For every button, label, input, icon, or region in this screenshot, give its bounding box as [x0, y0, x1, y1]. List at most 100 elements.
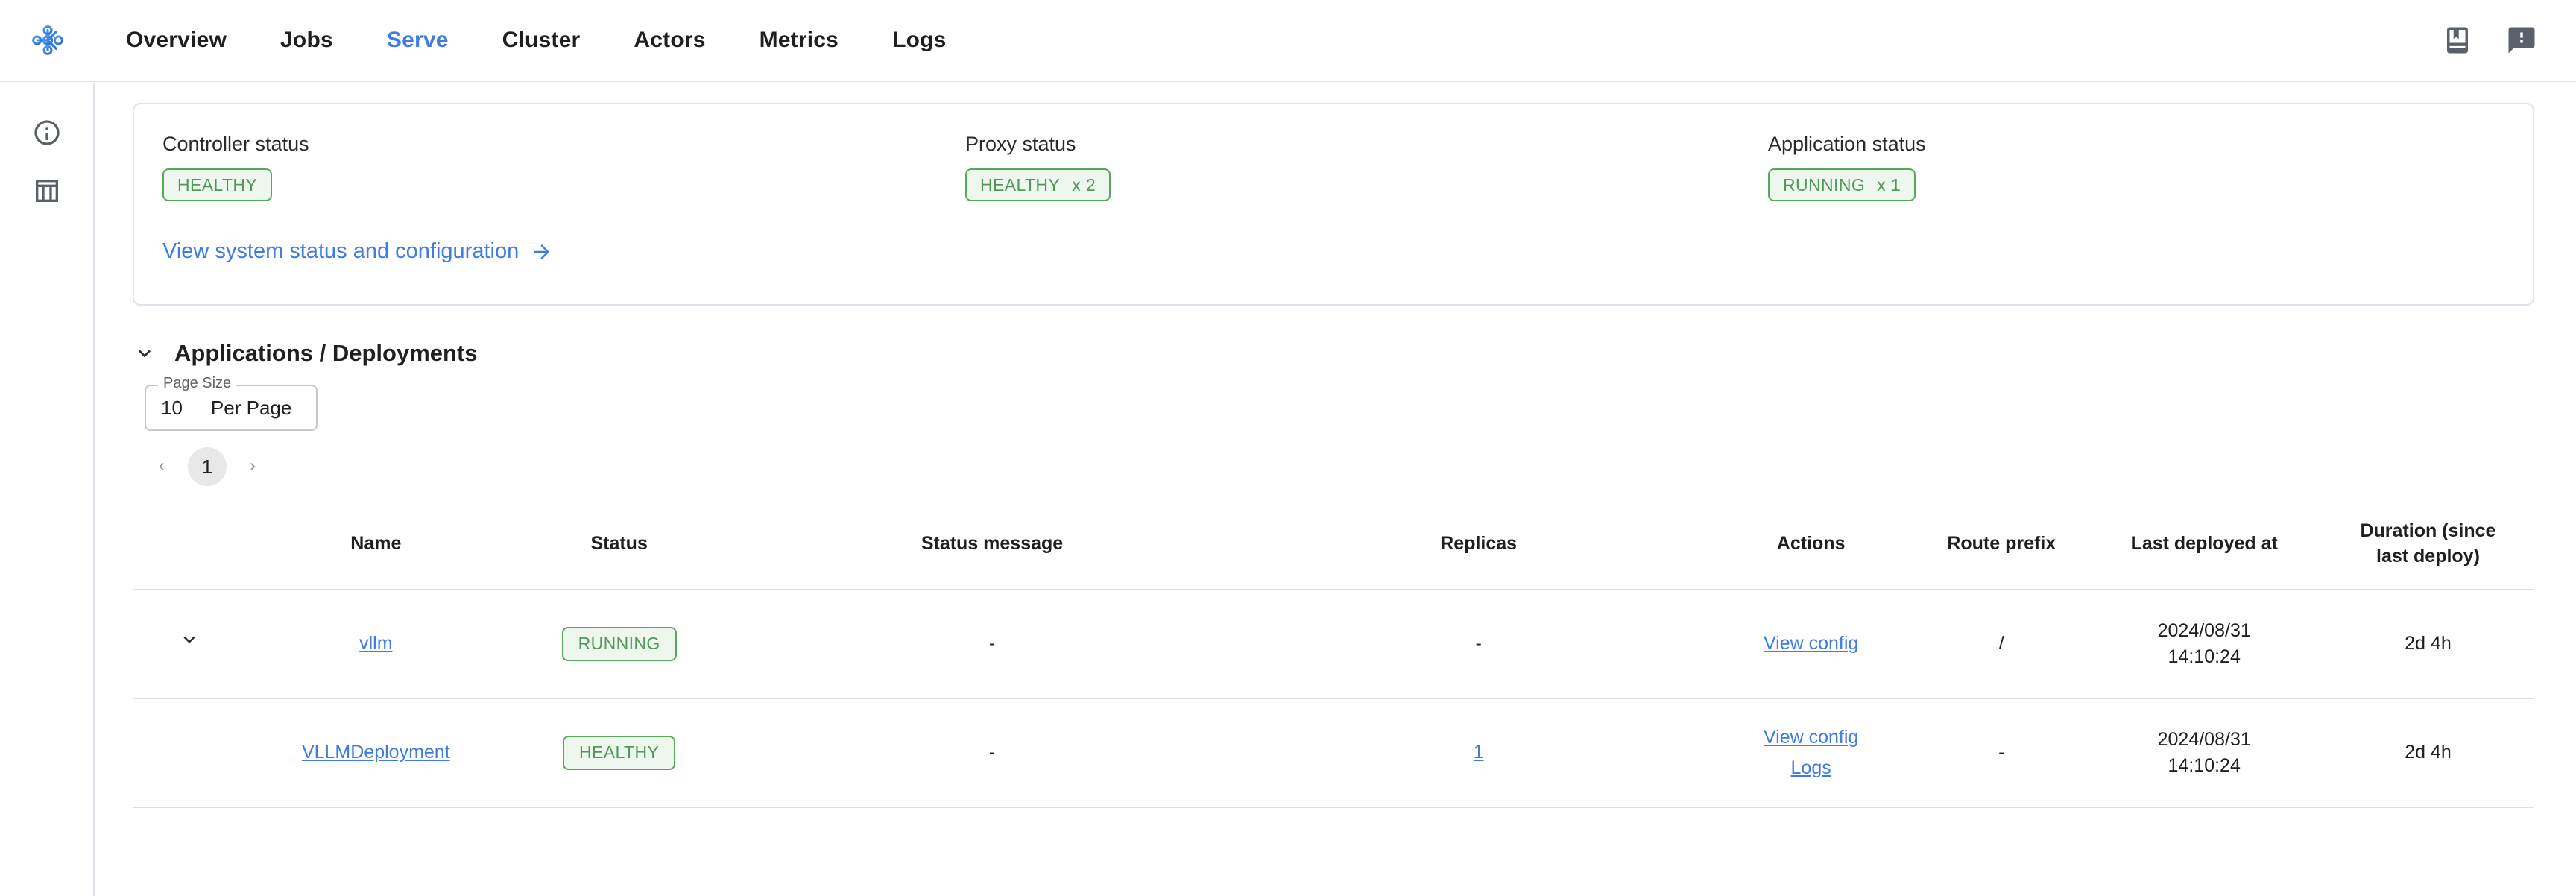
page-title: Applications / Deployments	[174, 340, 478, 366]
row-name-cell: VLLMDeployment	[246, 698, 506, 808]
col-status-message: Status message	[732, 505, 1252, 590]
serve-status-card: Controller status HEALTHY Proxy status H…	[133, 103, 2534, 306]
chevron-right-icon	[250, 463, 256, 470]
page-size-legend: Page Size	[158, 375, 237, 392]
row-replicas-cell: 1	[1251, 698, 1706, 808]
row-status-message-cell: -	[732, 589, 1252, 699]
controller-status-label: Controller status	[162, 133, 309, 155]
page-size-input[interactable]: Page Size 10 Per Page	[145, 375, 318, 431]
view-config-link[interactable]: View config	[1764, 724, 1858, 751]
row-replicas-cell: -	[1251, 589, 1706, 699]
nav-item-actors[interactable]: Actors	[607, 28, 732, 53]
pagination-page-1[interactable]: 1	[188, 447, 227, 486]
logs-link[interactable]: Logs	[1791, 754, 1831, 781]
nav-items: Overview Jobs Serve Cluster Actors Metri…	[99, 28, 973, 53]
page-size-value: 10	[161, 396, 183, 419]
actions-stack: View config	[1710, 630, 1912, 657]
proxy-status-label: Proxy status	[965, 133, 1076, 155]
view-system-status-label: View system status and configuration	[162, 239, 520, 263]
arrow-right-icon	[534, 244, 550, 259]
row-last-deployed-cell: 2024/08/31 14:10:24	[2086, 698, 2322, 808]
status-badge: RUNNING	[561, 626, 677, 661]
status-columns: Controller status HEALTHY Proxy status H…	[162, 133, 2504, 201]
nav-item-jobs[interactable]: Jobs	[253, 28, 360, 53]
left-sidebar	[0, 83, 95, 896]
chevron-left-icon	[159, 463, 164, 470]
row-status-cell: HEALTHY	[505, 698, 733, 808]
last-deployed-time: 14:10:24	[2168, 754, 2241, 776]
table-view-icon[interactable]	[32, 176, 62, 206]
last-deployed-time: 14:10:24	[2168, 646, 2241, 667]
feedback-icon[interactable]	[2506, 25, 2537, 56]
top-navigation-bar: Overview Jobs Serve Cluster Actors Metri…	[0, 0, 2576, 82]
deployment-name-link[interactable]: VLLMDeployment	[302, 742, 450, 763]
date-stack: 2024/08/31 14:10:24	[2091, 727, 2317, 779]
table-row: vllm RUNNING - - View config / 2024/08/3…	[133, 589, 2534, 699]
chevron-down-icon[interactable]	[133, 341, 157, 365]
application-status-column: Application status RUNNING x 1	[1768, 133, 2571, 201]
row-route-prefix-cell: /	[1916, 589, 2087, 699]
nav-item-overview[interactable]: Overview	[99, 28, 253, 53]
last-deployed-date: 2024/08/31	[2157, 728, 2251, 750]
proxy-status-text: HEALTHY	[980, 174, 1061, 195]
col-duration-line2: last deploy)	[2376, 545, 2480, 567]
table-header-row: Name Status Status message Replicas Acti…	[133, 505, 2534, 590]
col-replicas: Replicas	[1251, 505, 1706, 590]
row-actions-cell: View config	[1705, 589, 1917, 699]
col-route-prefix: Route prefix	[1916, 505, 2087, 590]
nav-right-icons	[2442, 25, 2576, 56]
row-route-prefix-cell: -	[1916, 698, 2087, 808]
col-status: Status	[505, 505, 733, 590]
chevron-down-icon[interactable]	[178, 628, 201, 651]
proxy-status-column: Proxy status HEALTHY x 2	[965, 133, 1768, 201]
col-duration: Duration (since last deploy)	[2321, 505, 2534, 590]
pagination: 1	[143, 447, 2534, 486]
nav-item-metrics[interactable]: Metrics	[733, 28, 865, 53]
application-status-badge: RUNNING x 1	[1768, 168, 1916, 201]
last-deployed-date: 2024/08/31	[2157, 619, 2251, 641]
application-status-label: Application status	[1768, 133, 1926, 155]
col-expand	[133, 505, 247, 590]
controller-status-text: HEALTHY	[177, 174, 258, 195]
proxy-status-badge: HEALTHY x 2	[965, 168, 1111, 201]
pagination-next-button[interactable]	[234, 448, 271, 485]
ray-logo[interactable]	[0, 23, 95, 57]
replicas-link[interactable]: 1	[1474, 742, 1484, 763]
view-config-link[interactable]: View config	[1764, 630, 1858, 657]
col-duration-line1: Duration (since	[2360, 520, 2496, 541]
info-icon[interactable]	[32, 118, 62, 148]
col-last-deployed-at: Last deployed at	[2086, 505, 2322, 590]
row-actions-cell: View config Logs	[1705, 698, 1917, 808]
col-actions: Actions	[1705, 505, 1917, 590]
controller-status-badge: HEALTHY	[162, 168, 273, 201]
row-last-deployed-cell: 2024/08/31 14:10:24	[2086, 589, 2322, 699]
nav-item-serve[interactable]: Serve	[360, 28, 476, 53]
row-duration-cell: 2d 4h	[2321, 698, 2534, 808]
row-status-message-cell: -	[732, 698, 1252, 808]
col-name: Name	[246, 505, 506, 590]
view-system-status-link[interactable]: View system status and configuration	[162, 239, 553, 264]
book-icon[interactable]	[2442, 25, 2473, 56]
pagination-prev-button[interactable]	[143, 448, 180, 485]
controller-status-column: Controller status HEALTHY	[162, 133, 965, 201]
deployments-table: Name Status Status message Replicas Acti…	[133, 505, 2534, 808]
application-name-link[interactable]: vllm	[359, 633, 392, 654]
ray-graph-logo-icon	[31, 25, 63, 55]
application-status-text: RUNNING	[1783, 174, 1866, 195]
page-size-unit: Per Page	[210, 396, 292, 419]
row-expand-cell	[133, 698, 247, 808]
actions-stack: View config Logs	[1710, 724, 1912, 781]
status-badge: HEALTHY	[563, 735, 676, 770]
nav-item-cluster[interactable]: Cluster	[476, 28, 607, 53]
row-status-cell: RUNNING	[505, 589, 733, 699]
table-row: VLLMDeployment HEALTHY - 1 View config L…	[133, 698, 2534, 808]
table-head: Name Status Status message Replicas Acti…	[133, 505, 2534, 590]
proxy-status-count: x 2	[1072, 174, 1096, 195]
row-name-cell: vllm	[246, 589, 506, 699]
date-stack: 2024/08/31 14:10:24	[2091, 618, 2317, 670]
row-duration-cell: 2d 4h	[2321, 589, 2534, 699]
nav-item-logs[interactable]: Logs	[865, 28, 973, 53]
application-status-count: x 1	[1877, 174, 1901, 195]
applications-deployments-section-header: Applications / Deployments	[133, 340, 2534, 367]
table-body: vllm RUNNING - - View config / 2024/08/3…	[133, 589, 2534, 808]
